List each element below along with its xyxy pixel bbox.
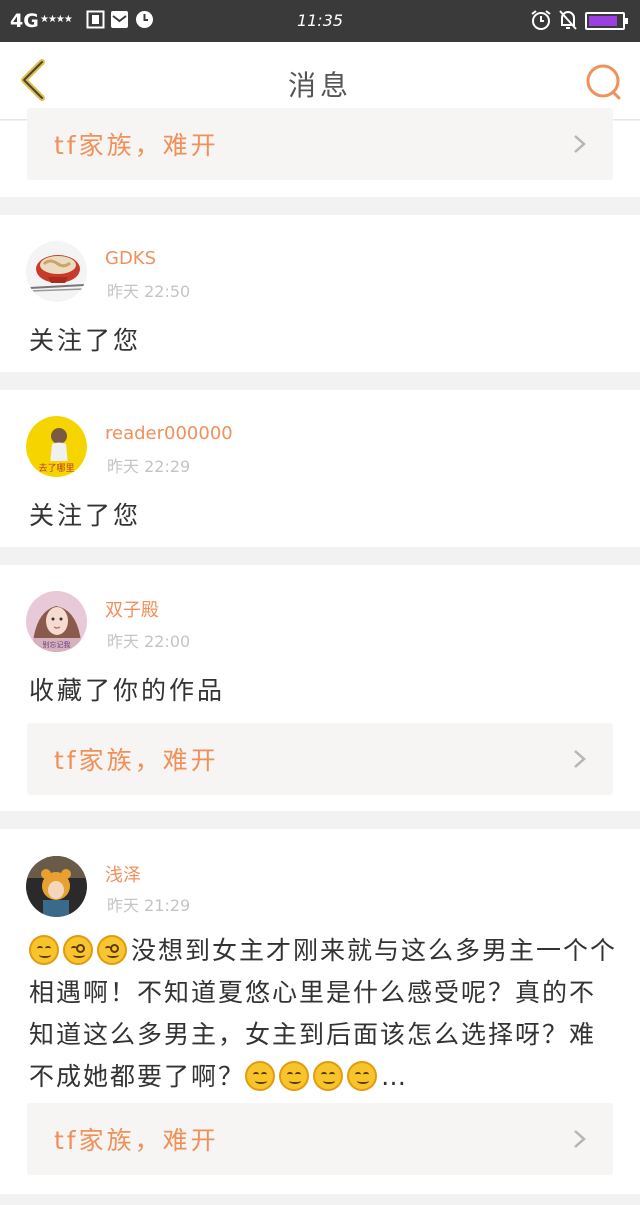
- work-link[interactable]: tf家族，难开: [27, 1103, 613, 1175]
- chevron-right-icon: [574, 750, 586, 768]
- username[interactable]: GDKS: [105, 248, 156, 269]
- work-title: tf家族，难开: [54, 746, 219, 775]
- message-ellipsis: …: [381, 1062, 409, 1091]
- battery-icon: [585, 12, 628, 30]
- notification-card[interactable]: 别忘记我 双子殿 昨天 22:00 收藏了你的作品 tf家族，难开: [0, 565, 640, 811]
- avatar[interactable]: [26, 241, 87, 302]
- status-bar: 4G ★★★★ 11:35: [0, 0, 640, 42]
- timestamp: 昨天 21:29: [107, 896, 191, 915]
- wink-emoji-icon: [97, 935, 127, 965]
- bell-muted-icon: [559, 10, 577, 30]
- avatar[interactable]: 去了哪里: [26, 416, 87, 477]
- notification-card[interactable]: GDKS 昨天 22:50 关注了您: [0, 215, 640, 372]
- notification-message: 关注了您: [29, 326, 142, 355]
- timestamp: 昨天 22:00: [107, 632, 191, 651]
- username[interactable]: 浅泽: [105, 861, 141, 887]
- work-link[interactable]: tf家族，难开: [27, 723, 613, 795]
- chevron-right-icon: [574, 1130, 586, 1148]
- timestamp: 昨天 22:29: [107, 457, 191, 476]
- avatar-caption: 别忘记我: [43, 640, 71, 649]
- avatar-image: [26, 856, 87, 917]
- notification-message: 没想到女主才刚来就与这么多男主一个个相遇啊！不知道夏悠心里是什么感受呢？真的不知…: [29, 930, 619, 1098]
- alarm-icon: [531, 10, 551, 30]
- avatar[interactable]: 别忘记我: [26, 591, 87, 652]
- search-icon[interactable]: [584, 62, 624, 102]
- notification-card[interactable]: 浅泽 昨天 21:29 没想到女主才刚来就与这么多男主一个个相遇啊！不知道夏悠心…: [0, 829, 640, 1194]
- avatar[interactable]: [26, 856, 87, 917]
- notification-card-partial: tf家族，难开: [0, 108, 640, 197]
- smile-emoji-icon: [245, 1061, 276, 1091]
- work-title: tf家族，难开: [54, 1126, 219, 1155]
- wink-emoji-icon: [63, 935, 93, 965]
- username[interactable]: reader000000: [105, 423, 233, 444]
- work-title: tf家族，难开: [54, 131, 219, 160]
- battery-fill: [589, 16, 617, 26]
- smile-emoji-icon: [29, 935, 59, 965]
- smile-emoji-icon: [313, 1061, 344, 1091]
- work-link[interactable]: tf家族，难开: [27, 108, 613, 180]
- notification-message: 关注了您: [29, 501, 142, 530]
- timestamp: 昨天 22:50: [107, 282, 191, 301]
- chevron-right-icon: [574, 135, 586, 153]
- noodle-bowl-image: [26, 241, 87, 302]
- username[interactable]: 双子殿: [105, 596, 159, 622]
- avatar-image: 去了哪里: [26, 416, 87, 477]
- smile-emoji-icon: [347, 1061, 378, 1091]
- notification-card[interactable]: 去了哪里 reader000000 昨天 22:29 关注了您: [0, 390, 640, 547]
- smile-emoji-icon: [279, 1061, 310, 1091]
- page-title: 消息: [287, 69, 352, 102]
- avatar-caption: 去了哪里: [38, 462, 74, 474]
- notification-message: 收藏了你的作品: [29, 676, 226, 705]
- avatar-image: 别忘记我: [26, 591, 87, 652]
